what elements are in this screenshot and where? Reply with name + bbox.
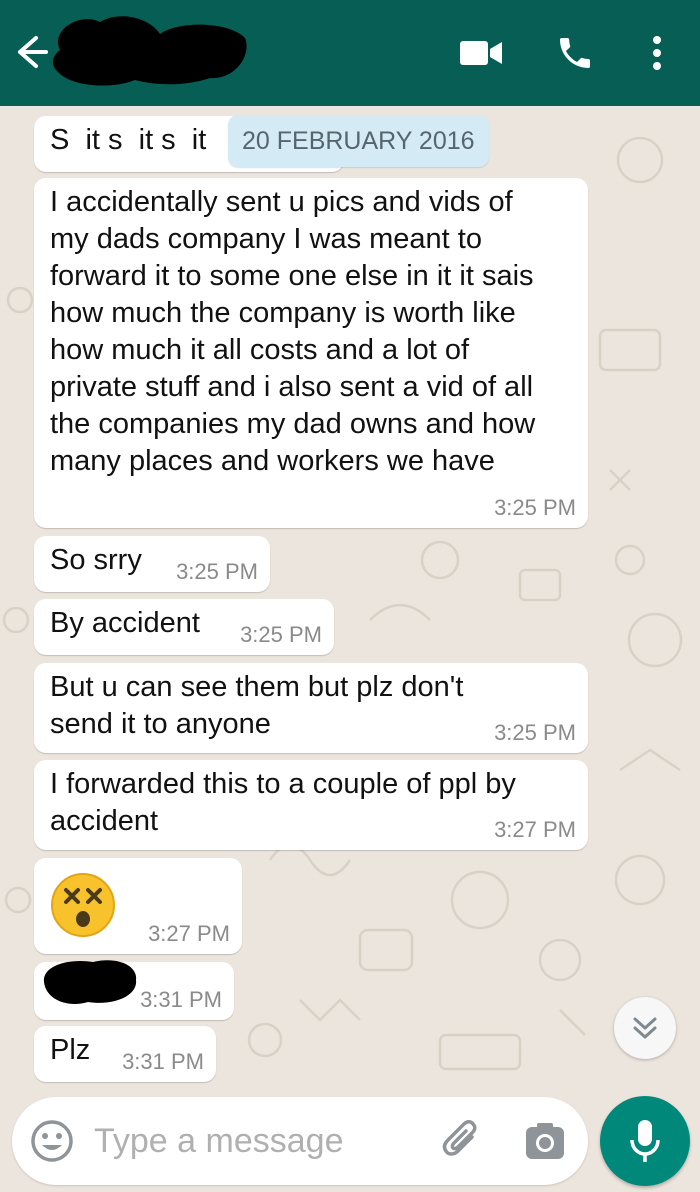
date-chip: 20 FEBRUARY 2016 xyxy=(228,115,489,167)
message-time: 3:25 PM xyxy=(494,720,576,745)
message-text: Plz xyxy=(50,1034,91,1066)
message-text: I accidentally sent u pics and vids of m… xyxy=(50,186,544,477)
chat-header xyxy=(0,0,700,106)
message-text: By accident xyxy=(50,607,200,639)
message-input[interactable]: Type a message xyxy=(94,1121,343,1161)
message-time: 3:31 PM xyxy=(122,1049,204,1074)
more-vert-icon[interactable] xyxy=(634,30,680,76)
attach-icon[interactable] xyxy=(440,1117,486,1168)
message-text: I forwarded this to a couple of ppl by a… xyxy=(50,768,524,837)
contact-name[interactable] xyxy=(40,10,250,90)
message-list[interactable]: S it s it s it 20 FEBRUARY 2016 I accide… xyxy=(0,106,700,1092)
emoji-icon[interactable] xyxy=(30,1119,74,1168)
message-bubble[interactable]: 3:27 PM xyxy=(34,858,242,954)
phone-icon[interactable] xyxy=(552,30,598,76)
message-time: 3:31 PM xyxy=(140,987,222,1012)
scroll-to-bottom-button[interactable] xyxy=(614,997,676,1059)
message-text: So srry xyxy=(50,544,142,576)
mic-icon xyxy=(630,1120,660,1162)
message-time: 3:25 PM xyxy=(240,622,322,647)
camera-icon[interactable] xyxy=(524,1121,566,1166)
message-text: S it s it s it xyxy=(50,124,207,156)
message-bubble[interactable]: I forwarded this to a couple of ppl by a… xyxy=(34,760,588,850)
video-call-icon[interactable] xyxy=(458,30,504,76)
message-bubble[interactable]: But u can see them but plz don't send it… xyxy=(34,663,588,753)
message-bubble[interactable]: I accidentally sent u pics and vids of m… xyxy=(34,178,588,528)
message-time: 3:25 PM xyxy=(494,495,576,520)
message-bubble[interactable]: By accident 3:25 PM xyxy=(34,599,334,655)
message-bubble[interactable]: Plz 3:31 PM xyxy=(34,1026,216,1082)
message-bubble[interactable]: 3:31 PM xyxy=(34,960,234,1020)
redacted-text xyxy=(38,956,140,1018)
message-time: 3:27 PM xyxy=(148,921,230,946)
message-text: But u can see them but plz don't send it… xyxy=(50,671,472,740)
dizzy-face-emoji xyxy=(50,872,116,948)
voice-record-button[interactable] xyxy=(600,1096,690,1186)
message-bubble[interactable]: So srry 3:25 PM xyxy=(34,536,270,592)
message-time: 3:25 PM xyxy=(176,559,258,584)
double-chevron-down-icon xyxy=(633,1017,657,1039)
message-input-bar[interactable]: Type a message xyxy=(12,1097,588,1185)
message-time: 3:27 PM xyxy=(494,817,576,842)
